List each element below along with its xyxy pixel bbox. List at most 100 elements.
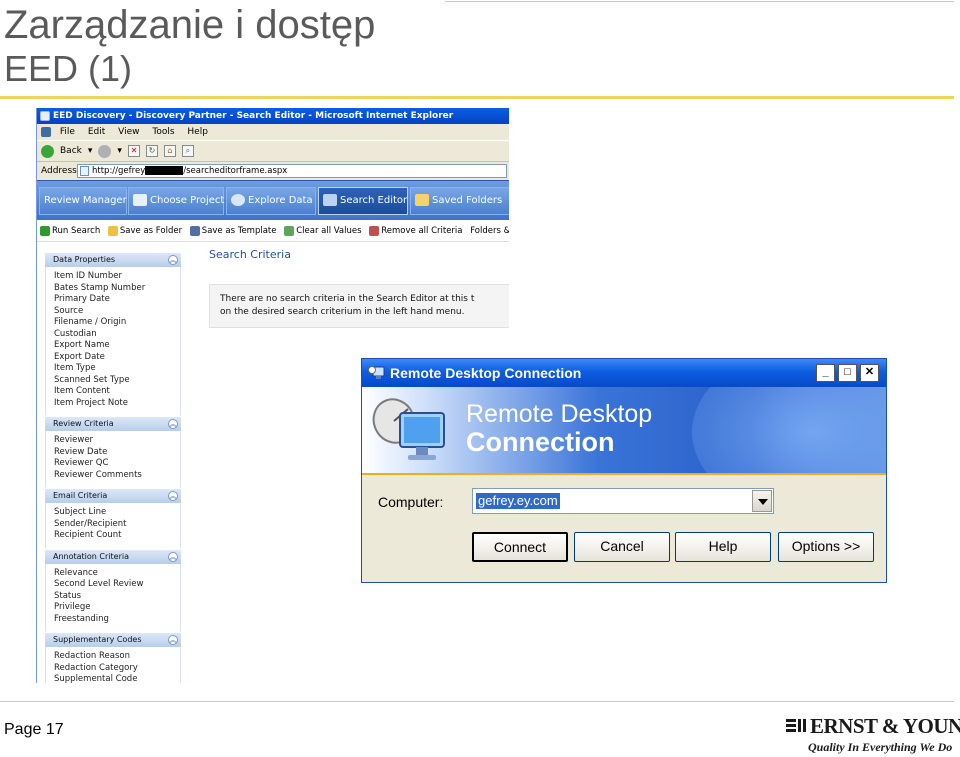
- folder-icon: [107, 225, 118, 236]
- stop-icon[interactable]: ✕: [127, 145, 140, 157]
- tab-explore-data[interactable]: Explore Data: [226, 187, 316, 215]
- collapse-icon[interactable]: ︽: [168, 255, 178, 265]
- menu-file[interactable]: File: [60, 127, 75, 137]
- rdc-banner: Remote Desktop Connection: [362, 387, 886, 473]
- criteria-item[interactable]: Item Type: [54, 363, 180, 375]
- computer-combobox[interactable]: gefrey.ey.com: [472, 488, 774, 514]
- computer-input[interactable]: gefrey.ey.com: [476, 493, 560, 509]
- criteria-item[interactable]: Freestanding: [54, 614, 180, 626]
- criteria-item[interactable]: Sender/Recipient: [54, 519, 180, 531]
- collapse-icon[interactable]: ︽: [168, 551, 178, 562]
- slide-subtitle: EED (1): [4, 48, 133, 89]
- section-title: Annotation Criteria: [53, 551, 129, 561]
- footer-rule: [0, 701, 954, 702]
- section-title: Email Criteria: [53, 491, 108, 500]
- criteria-item[interactable]: Second Level Review: [54, 579, 180, 591]
- criteria-item[interactable]: Item Content: [54, 386, 180, 398]
- save-as-template-button[interactable]: Save as Template: [189, 225, 277, 236]
- back-arrow-icon[interactable]: [41, 144, 54, 158]
- criteria-item[interactable]: Export Name: [54, 340, 180, 352]
- clear-all-values-button[interactable]: Clear all Values: [284, 225, 362, 236]
- rdc-titlebar: Remote Desktop Connection _ □ ✕: [362, 359, 886, 387]
- menu-edit[interactable]: Edit: [88, 127, 105, 137]
- section-header-supplementary-codes[interactable]: Supplementary Codes ︽: [45, 633, 181, 647]
- save-as-folder-button[interactable]: Save as Folder: [107, 225, 182, 236]
- menu-view[interactable]: View: [118, 127, 139, 137]
- section-title: Data Properties: [53, 255, 116, 264]
- criteria-item[interactable]: Filename / Origin: [54, 317, 180, 329]
- address-input[interactable]: http://gefrey/searcheditorframe.aspx: [77, 164, 507, 178]
- back-dropdown-icon[interactable]: ▾: [88, 141, 93, 161]
- address-label: Address: [41, 166, 77, 176]
- close-button[interactable]: ✕: [860, 364, 879, 382]
- connect-button[interactable]: Connect: [472, 532, 568, 562]
- help-button[interactable]: Help: [675, 532, 771, 562]
- options-button[interactable]: Options >>: [778, 532, 874, 562]
- rdc-body: Computer: gefrey.ey.com Connect Cancel H…: [362, 473, 886, 581]
- collapse-icon[interactable]: ︽: [168, 419, 178, 429]
- tab-saved-folders[interactable]: Saved Folders: [410, 187, 509, 215]
- section-body-supplementary-codes: Redaction Reason Redaction Category Supp…: [45, 647, 181, 683]
- maximize-button[interactable]: □: [838, 364, 857, 382]
- logo-tagline: Quality In Everything We Do: [808, 740, 953, 754]
- criteria-item[interactable]: Relevance: [54, 568, 180, 580]
- criteria-item[interactable]: Recipient Count: [54, 530, 180, 542]
- ie-window-title: EED Discovery - Discovery Partner - Sear…: [53, 111, 454, 121]
- collapse-icon[interactable]: ︽: [168, 491, 178, 501]
- chevron-down-icon[interactable]: [752, 490, 772, 512]
- forward-arrow-icon[interactable]: [98, 144, 112, 158]
- remove-all-criteria-button[interactable]: Remove all Criteria: [369, 225, 463, 236]
- run-search-button[interactable]: Run Search: [40, 225, 100, 236]
- section-header-email-criteria[interactable]: Email Criteria ︽: [45, 489, 181, 503]
- refresh-icon[interactable]: ↻: [145, 145, 158, 157]
- tab-label: Search Editor: [340, 195, 408, 206]
- folders-templates-button[interactable]: Folders & Templat: [470, 226, 509, 236]
- criteria-item[interactable]: Reviewer QC: [54, 458, 180, 470]
- section-header-annotation-criteria[interactable]: Annotation Criteria ︽: [45, 549, 181, 564]
- search-icon[interactable]: ⌕: [181, 145, 194, 157]
- criteria-item[interactable]: Custodian: [54, 329, 180, 341]
- redacted-text: [145, 166, 184, 175]
- forward-dropdown-icon[interactable]: ▾: [117, 141, 122, 161]
- folder-icon: [415, 194, 429, 206]
- tab-label: Review Manager: [44, 195, 127, 206]
- menu-help[interactable]: Help: [187, 127, 208, 137]
- criteria-item[interactable]: Redaction Category: [54, 663, 180, 675]
- back-button-label[interactable]: Back: [60, 141, 82, 161]
- criteria-item[interactable]: Source: [54, 306, 180, 318]
- company-logo: ERNST & YOUNG Quality In Everything We D…: [786, 714, 960, 756]
- criteria-item[interactable]: Item ID Number: [54, 271, 180, 283]
- menu-tools[interactable]: Tools: [152, 127, 174, 137]
- home-icon[interactable]: ⌂: [163, 145, 176, 157]
- section-header-review-criteria[interactable]: Review Criteria ︽: [45, 417, 181, 431]
- action-label: Remove all Criteria: [381, 226, 463, 236]
- criteria-item[interactable]: Item Project Note: [54, 398, 180, 410]
- criteria-item[interactable]: Subject Line: [54, 507, 180, 519]
- criteria-item[interactable]: Reviewer: [54, 435, 180, 447]
- collapse-icon[interactable]: ︽: [168, 635, 178, 645]
- criteria-item[interactable]: Privilege: [54, 602, 180, 614]
- ie-menubar: File Edit View Tools Help: [37, 124, 509, 140]
- criteria-item[interactable]: Bates Stamp Number: [54, 283, 180, 295]
- criteria-item[interactable]: Redaction Reason: [54, 651, 180, 663]
- action-label: Save as Template: [201, 226, 277, 236]
- criteria-item[interactable]: Scanned Set Type: [54, 375, 180, 387]
- criteria-item[interactable]: Status: [54, 591, 180, 603]
- banner-glow: [692, 387, 886, 473]
- section-header-data-properties[interactable]: Data Properties ︽: [45, 253, 181, 267]
- tab-review-manager[interactable]: Review Manager: [39, 187, 127, 215]
- criteria-sidebar: Data Properties ︽ Item ID Number Bates St…: [45, 253, 181, 683]
- criteria-item[interactable]: Export Date: [54, 352, 180, 364]
- tab-choose-project[interactable]: Choose Project: [128, 187, 224, 215]
- magnifier-icon: [323, 194, 337, 206]
- tab-search-editor[interactable]: Search Editor: [318, 187, 408, 215]
- ie-titlebar: EED Discovery - Discovery Partner - Sear…: [37, 108, 509, 124]
- play-icon: [40, 225, 50, 236]
- section-body-data-properties: Item ID Number Bates Stamp Number Primar…: [45, 267, 181, 415]
- criteria-item[interactable]: Supplemental Code: [54, 674, 180, 683]
- criteria-item[interactable]: Review Date: [54, 447, 180, 459]
- minimize-button[interactable]: _: [816, 364, 835, 382]
- cancel-button[interactable]: Cancel: [574, 532, 670, 562]
- criteria-item[interactable]: Reviewer Comments: [54, 470, 180, 482]
- criteria-item[interactable]: Primary Date: [54, 294, 180, 306]
